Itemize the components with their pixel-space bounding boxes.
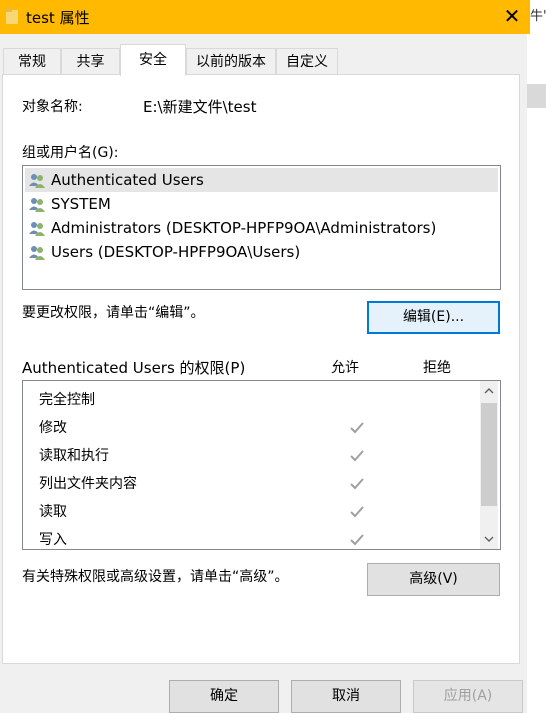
advanced-hint: 有关特殊权限或高级设置，请单击“高级”。 xyxy=(22,569,289,585)
close-icon[interactable]: ✕ xyxy=(498,0,526,34)
group-name: Users (DESKTOP-HPFP9OA\Users) xyxy=(51,243,301,261)
list-item[interactable]: Administrators (DESKTOP-HPFP9OA\Administ… xyxy=(25,216,498,240)
object-name-label: 对象名称: xyxy=(22,99,83,115)
group-name: Authenticated Users xyxy=(51,171,204,189)
tab-general[interactable]: 常规 xyxy=(3,48,61,74)
user-group-icon xyxy=(29,198,45,212)
tab-customize[interactable]: 自定义 xyxy=(276,48,338,74)
edit-hint: 要更改权限，请单击“编辑”。 xyxy=(22,305,205,321)
window-title: test 属性 xyxy=(26,9,90,27)
group-name: Administrators (DESKTOP-HPFP9OA\Administ… xyxy=(51,219,437,237)
ok-button[interactable]: 确定 xyxy=(169,680,279,713)
scroll-thumb[interactable] xyxy=(481,403,497,506)
permission-name: 完全控制 xyxy=(39,392,95,408)
cancel-button[interactable]: 取消 xyxy=(291,680,401,713)
edit-button[interactable]: 编辑(E)... xyxy=(367,301,500,334)
background-window-text: 牛' xyxy=(530,0,546,34)
list-item[interactable]: Authenticated Users xyxy=(25,168,498,192)
deny-header: 拒绝 xyxy=(423,360,451,376)
permission-name: 读取和执行 xyxy=(39,448,109,464)
permission-name: 写入 xyxy=(39,532,67,548)
permission-row: 修改 xyxy=(39,414,479,442)
background-window-edge-tab xyxy=(527,84,546,108)
permissions-list: 完全控制 修改 读取和执行 列出文件夹内容 读取 写入 xyxy=(22,380,501,550)
tab-sharing[interactable]: 共享 xyxy=(61,48,120,74)
scroll-up-icon[interactable] xyxy=(480,382,498,400)
permission-name: 修改 xyxy=(39,420,67,436)
permission-row: 读取 xyxy=(39,498,479,526)
check-icon xyxy=(350,422,364,434)
permission-row: 写入 xyxy=(39,526,479,549)
list-item[interactable]: Users (DESKTOP-HPFP9OA\Users) xyxy=(25,240,498,264)
check-icon xyxy=(350,450,364,462)
object-name-value: E:\新建文件\test xyxy=(143,98,257,116)
permission-name: 读取 xyxy=(39,504,67,520)
allow-header: 允许 xyxy=(331,360,359,376)
check-icon xyxy=(350,534,364,546)
user-group-icon xyxy=(29,174,45,188)
permission-row: 读取和执行 xyxy=(39,442,479,470)
groups-listbox[interactable]: Authenticated Users SYSTEM Administrator… xyxy=(22,165,501,290)
permission-row: 列出文件夹内容 xyxy=(39,470,479,498)
background-window-edge xyxy=(527,34,546,713)
tab-security[interactable]: 安全 xyxy=(120,44,186,76)
check-icon xyxy=(350,478,364,490)
permissions-title: Authenticated Users 的权限(P) xyxy=(22,359,246,377)
advanced-button[interactable]: 高级(V) xyxy=(367,563,500,596)
user-group-icon xyxy=(29,222,45,236)
apply-button[interactable]: 应用(A) xyxy=(413,680,523,713)
folder-icon xyxy=(6,8,18,24)
tab-previous-versions[interactable]: 以前的版本 xyxy=(186,48,276,74)
check-icon xyxy=(350,506,364,518)
list-item[interactable]: SYSTEM xyxy=(25,192,498,216)
group-name: SYSTEM xyxy=(51,195,111,213)
groups-label: 组或用户名(G): xyxy=(22,145,119,161)
scroll-down-icon[interactable] xyxy=(480,530,498,548)
permission-row: 完全控制 xyxy=(39,386,479,414)
user-group-icon xyxy=(29,246,45,260)
permission-name: 列出文件夹内容 xyxy=(39,476,137,492)
